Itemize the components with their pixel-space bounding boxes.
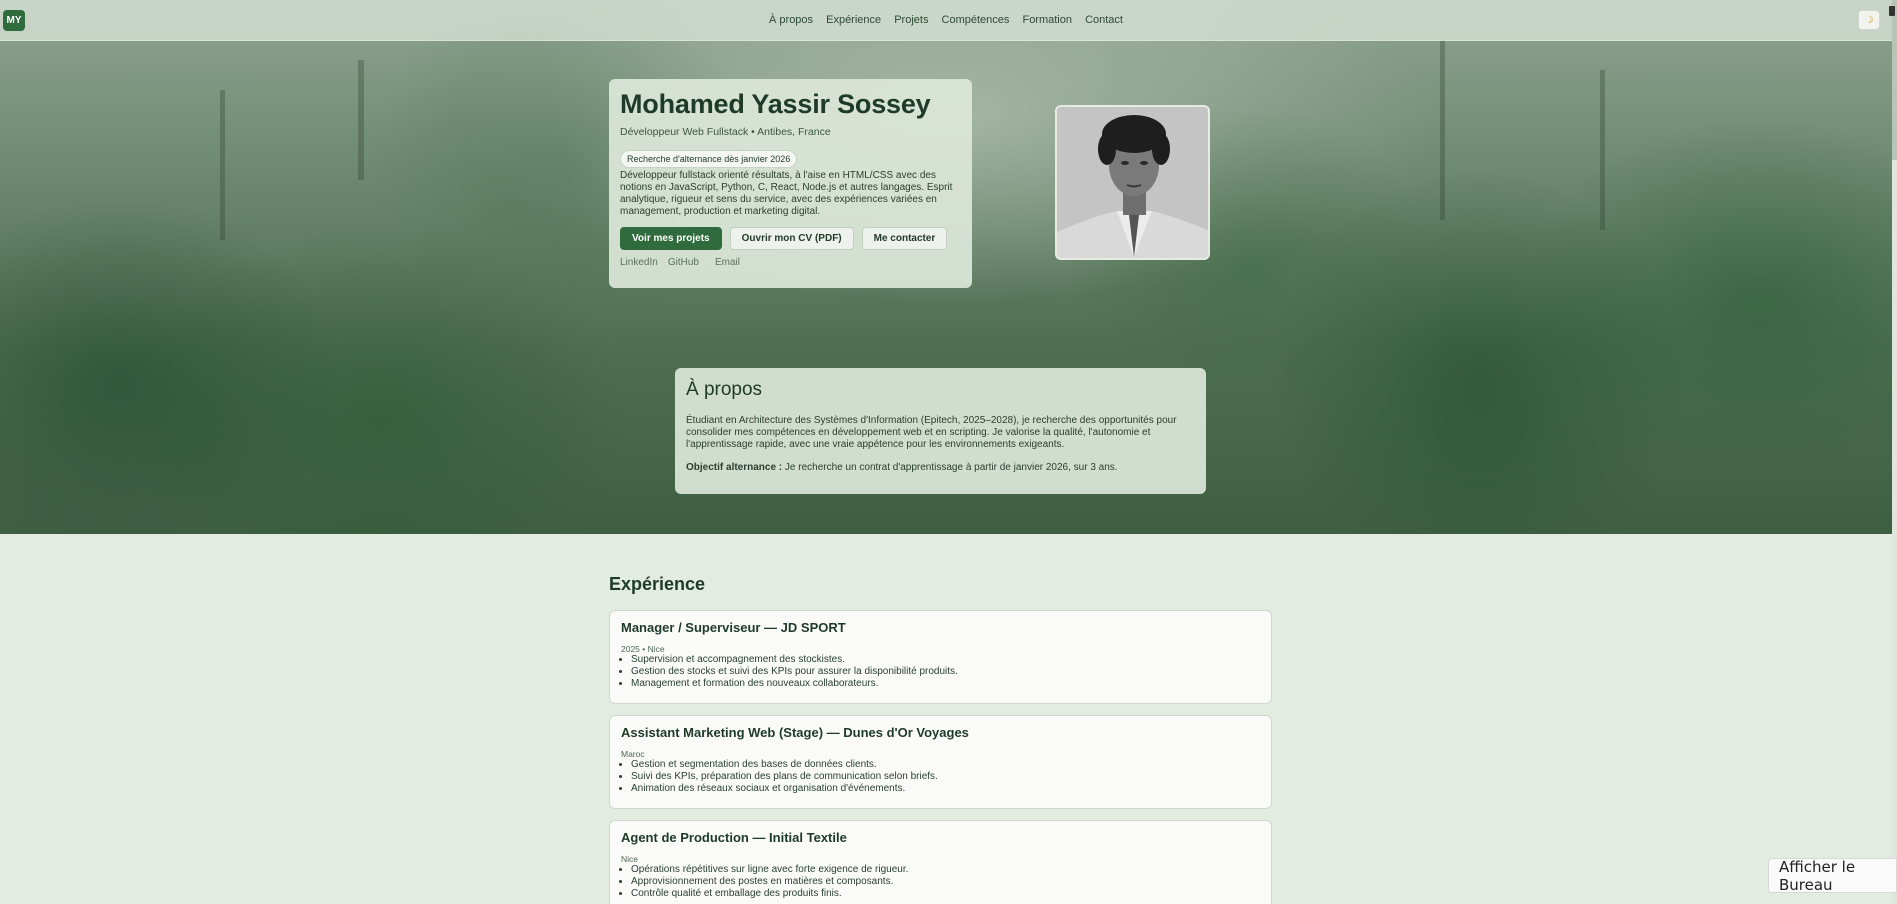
top-navigation: MY À propos Expérience Projets Compétenc… [0,0,1892,41]
nav-link-contact[interactable]: Contact [1085,14,1123,26]
about-goal: Objectif alternance : Je recherche un co… [686,462,1195,473]
availability-badge: Recherche d'alternance dès janvier 2026 [620,150,798,168]
list-item: Approvisionnement des postes en matières… [631,876,1260,888]
experience-card-meta: Maroc [621,749,645,759]
experience-card-bullets: Opérations répétitives sur ligne avec fo… [631,864,1260,900]
experience-card-meta: 2025 • Nice [621,644,665,654]
experience-card-bullets: Supervision et accompagnement des stocki… [631,654,1260,690]
experience-card: Assistant Marketing Web (Stage) — Dunes … [609,715,1272,809]
experience-card-bullets: Gestion et segmentation des bases de don… [631,759,1260,795]
window-edge-icon [1889,6,1895,16]
github-link[interactable]: GitHub [668,257,699,268]
person-portrait-icon [1057,107,1208,258]
hero-role: Développeur Web Fullstack • Antibes, Fra… [620,126,831,138]
list-item: Management et formation des nouveaux col… [631,678,1260,690]
about-text: Étudiant en Architecture des Systèmes d'… [686,415,1177,450]
linkedin-link[interactable]: LinkedIn [620,257,658,268]
list-item: Animation des réseaux sociaux et organis… [631,783,1260,795]
experience-title: Expérience [609,574,706,594]
experience-card: Agent de Production — Initial Textile Ni… [609,820,1272,904]
experience-card: Manager / Superviseur — JD SPORT 2025 • … [609,610,1272,704]
list-item: Suivi des KPIs, préparation des plans de… [631,771,1260,783]
nav-link-a-propos[interactable]: À propos [769,14,813,26]
email-link[interactable]: Email [715,257,740,268]
list-item: Contrôle qualité et emballage des produi… [631,888,1260,900]
show-desktop-button[interactable]: Afficher le Bureau [1768,858,1897,894]
goal-label: Objectif alternance : [686,462,783,473]
about-card: À propos Étudiant en Architecture des Sy… [675,368,1206,494]
nav-link-competences[interactable]: Compétences [942,14,1010,26]
goal-text: Je recherche un contrat d'apprentissage … [782,462,1118,473]
experience-card-title: Manager / Superviseur — JD SPORT [621,620,846,635]
nav-link-experience[interactable]: Expérience [826,14,881,26]
list-item: Gestion et segmentation des bases de don… [631,759,1260,771]
hero-name: Mohamed Yassir Sossey [620,89,931,119]
list-item: Opérations répétitives sur ligne avec fo… [631,864,1260,876]
hero-card: Mohamed Yassir Sossey Développeur Web Fu… [609,79,972,288]
theme-toggle-button[interactable]: ☽ [1858,10,1880,30]
experience-card-title: Agent de Production — Initial Textile [621,830,847,845]
social-links: LinkedIn GitHub Email [620,257,961,268]
profile-photo [1055,105,1210,260]
hero-description: Développeur fullstack orienté résultats,… [620,170,953,217]
open-cv-button[interactable]: Ouvrir mon CV (PDF) [729,227,854,250]
about-title: À propos [686,379,763,400]
list-item: Supervision et accompagnement des stocki… [631,654,1260,666]
experience-card-meta: Nice [621,854,639,864]
nav-link-formation[interactable]: Formation [1022,14,1072,26]
view-projects-button[interactable]: Voir mes projets [620,227,722,250]
nav-link-projets[interactable]: Projets [894,14,928,26]
list-item: Gestion des stocks et suivi des KPIs pou… [631,666,1260,678]
scrollbar-thumb[interactable] [1892,0,1897,160]
contact-me-button[interactable]: Me contacter [861,227,948,250]
nav-links: À propos Expérience Projets Compétences … [0,14,1892,26]
experience-card-title: Assistant Marketing Web (Stage) — Dunes … [621,725,969,740]
moon-icon: ☽ [1864,14,1874,26]
hero-buttons: Voir mes projets Ouvrir mon CV (PDF) Me … [620,227,961,250]
